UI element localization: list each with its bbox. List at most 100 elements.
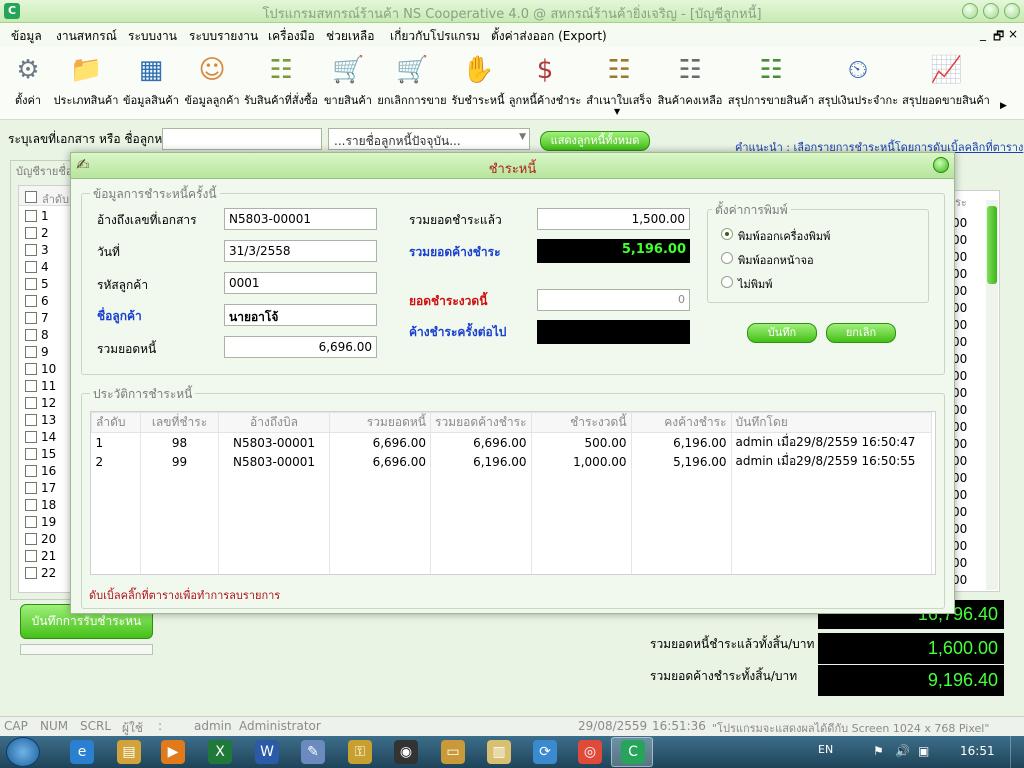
tool-overdue-debtors[interactable]: $ ลูกหนี้ค้างชำระ: [509, 51, 582, 115]
customer-name-label: ชื่อลูกค้า: [97, 309, 142, 323]
row-checkbox[interactable]: [25, 431, 37, 443]
row-checkbox[interactable]: [25, 244, 37, 256]
row-checkbox[interactable]: [25, 312, 37, 324]
row-checkbox[interactable]: [25, 363, 37, 375]
mdi-minimize-button[interactable]: _: [980, 27, 986, 41]
row-checkbox[interactable]: [25, 227, 37, 239]
tool-receive-payment[interactable]: ✋ รับชำระหนี้: [451, 51, 505, 115]
doc-ref-field[interactable]: N5803-00001: [224, 208, 377, 230]
dialog-save-button[interactable]: บันทึก: [747, 323, 817, 343]
tool-sell[interactable]: 🛒 ขายสินค้า: [323, 51, 373, 115]
menu-about[interactable]: เกี่ยวกับโปรแกรม: [390, 27, 480, 46]
cell-remaining: 5,196.00: [631, 452, 732, 471]
minimize-button[interactable]: [962, 3, 978, 19]
table-row[interactable]: 1 98 N5803-00001 6,696.00 6,696.00 500.0…: [91, 432, 932, 452]
tool-products[interactable]: ▦ ข้อมูลสินค้า: [121, 51, 181, 115]
right-scrollbar-thumb[interactable]: [987, 206, 997, 284]
date-field[interactable]: 31/3/2558: [224, 240, 377, 262]
key-icon[interactable]: ⚿: [348, 740, 372, 764]
chrome-icon[interactable]: ◎: [578, 740, 602, 764]
paid-field[interactable]: 1,500.00: [537, 208, 690, 230]
row-checkbox[interactable]: [25, 448, 37, 460]
media-player-icon[interactable]: ▶: [161, 740, 185, 764]
table-row[interactable]: 2 99 N5803-00001 6,696.00 6,196.00 1,000…: [91, 452, 932, 471]
search-input[interactable]: [162, 128, 322, 150]
cooperative-app-icon[interactable]: C: [621, 740, 645, 764]
volume-icon[interactable]: 🔊: [895, 744, 910, 758]
row-checkbox[interactable]: [25, 346, 37, 358]
tool-customers[interactable]: ☺ ข้อมูลลูกค้า: [183, 51, 241, 115]
tool-cancel-sale[interactable]: 🛒 ยกเลิกการขาย: [377, 51, 447, 115]
no-print-radio[interactable]: [721, 276, 733, 288]
tool-sales-total[interactable]: 📈 สรุปยอดขายสินค้า: [902, 51, 990, 115]
status-bar: CAP NUM SCRL ผู้ใช้ : admin Administrato…: [0, 716, 1024, 736]
row-checkbox[interactable]: [25, 397, 37, 409]
tool-settings[interactable]: ⚙ ตั้งค่า: [8, 51, 48, 115]
row-checkbox[interactable]: [25, 414, 37, 426]
customer-code-field[interactable]: 0001: [224, 272, 377, 294]
select-all-checkbox[interactable]: [25, 191, 37, 203]
row-checkbox[interactable]: [25, 278, 37, 290]
history-table: ลำดับ เลขที่ชำระ อ้างถึงบิล รวมยอดหนี้ ร…: [90, 411, 936, 575]
folder-icon[interactable]: ▭: [441, 740, 465, 764]
row-checkbox[interactable]: [25, 210, 37, 222]
dialog-close-button[interactable]: [933, 157, 949, 173]
explorer-icon[interactable]: ▤: [117, 740, 141, 764]
menu-system[interactable]: ระบบงาน: [128, 27, 177, 46]
mdi-close-button[interactable]: ×: [1008, 27, 1018, 41]
maximize-button[interactable]: [983, 3, 999, 19]
row-checkbox[interactable]: [25, 550, 37, 562]
archive-icon[interactable]: ▥: [487, 740, 511, 764]
row-checkbox[interactable]: [25, 329, 37, 341]
dropdown-arrow-icon[interactable]: ▼: [614, 107, 620, 116]
cell-total-debt: 6,696.00: [329, 452, 431, 471]
this-payment-input[interactable]: 0: [537, 289, 690, 311]
ie-icon[interactable]: e: [70, 740, 94, 764]
row-checkbox[interactable]: [25, 295, 37, 307]
word-icon[interactable]: W: [255, 740, 279, 764]
tool-label: สรุปยอดขายสินค้า: [902, 94, 990, 107]
paint-icon[interactable]: ✎: [301, 740, 325, 764]
print-to-printer-radio[interactable]: [721, 228, 733, 240]
print-to-screen-radio[interactable]: [721, 252, 733, 264]
menu-reports[interactable]: ระบบรายงาน: [189, 27, 258, 46]
tool-receipt-copy[interactable]: ☷ สำเนาใบเสร็จ ▼: [586, 51, 652, 116]
camera-icon[interactable]: ◉: [394, 740, 418, 764]
menu-export[interactable]: ตั้งค่าส่งออก (Export): [491, 27, 607, 46]
network-icon[interactable]: ▣: [918, 744, 929, 758]
row-checkbox[interactable]: [25, 380, 37, 392]
system-clock[interactable]: 16:51: [960, 744, 995, 758]
close-button[interactable]: [1004, 3, 1020, 19]
row-checkbox[interactable]: [25, 516, 37, 528]
tool-stock[interactable]: ☷ สินค้าคงเหลือ: [657, 51, 723, 115]
row-number: 3: [41, 243, 49, 257]
tool-receive-orders[interactable]: ☷ รับสินค้าที่สั่งซื้อ: [243, 51, 319, 115]
excel-icon[interactable]: X: [208, 740, 232, 764]
flag-icon[interactable]: ⚑: [873, 744, 884, 758]
row-checkbox[interactable]: [25, 465, 37, 477]
menu-data[interactable]: ข้อมูล: [11, 27, 42, 46]
menu-tools[interactable]: เครื่องมือ: [268, 27, 315, 46]
col-bill-ref: อ้างถึงบิล: [218, 412, 330, 433]
language-indicator[interactable]: EN: [818, 743, 833, 756]
total-debt-field[interactable]: 6,696.00: [224, 336, 377, 358]
row-checkbox[interactable]: [25, 533, 37, 545]
debtor-dropdown[interactable]: ...รายชื่อลูกหนี้ปัจจุบัน... ▼: [328, 128, 530, 150]
sync-icon[interactable]: ⟳: [533, 740, 557, 764]
row-checkbox[interactable]: [25, 567, 37, 579]
menu-coop[interactable]: งานสหกรณ์: [56, 27, 117, 46]
tool-sales-summary[interactable]: ☷ สรุปการขายสินค้า: [728, 51, 814, 115]
show-all-debtors-button[interactable]: แสดงลูกหนี้ทั้งหมด: [540, 131, 650, 151]
tool-shift-summary[interactable]: ⏲ สรุปเงินประจำกะ: [818, 51, 898, 115]
row-checkbox[interactable]: [25, 261, 37, 273]
show-desktop-button[interactable]: [1010, 736, 1024, 768]
dialog-cancel-button[interactable]: ยกเลิก: [826, 323, 896, 343]
menu-help[interactable]: ช่วยเหลือ: [326, 27, 375, 46]
toolbar-scroll-button[interactable]: ▶: [1000, 101, 1010, 115]
start-button[interactable]: [6, 737, 40, 767]
row-checkbox[interactable]: [25, 499, 37, 511]
tool-product-types[interactable]: 📁 ประเภทสินค้า: [53, 51, 119, 115]
row-checkbox[interactable]: [25, 482, 37, 494]
customer-name-field[interactable]: นายอาโจ้: [224, 304, 377, 326]
mdi-restore-button[interactable]: 🗗: [993, 27, 1004, 48]
